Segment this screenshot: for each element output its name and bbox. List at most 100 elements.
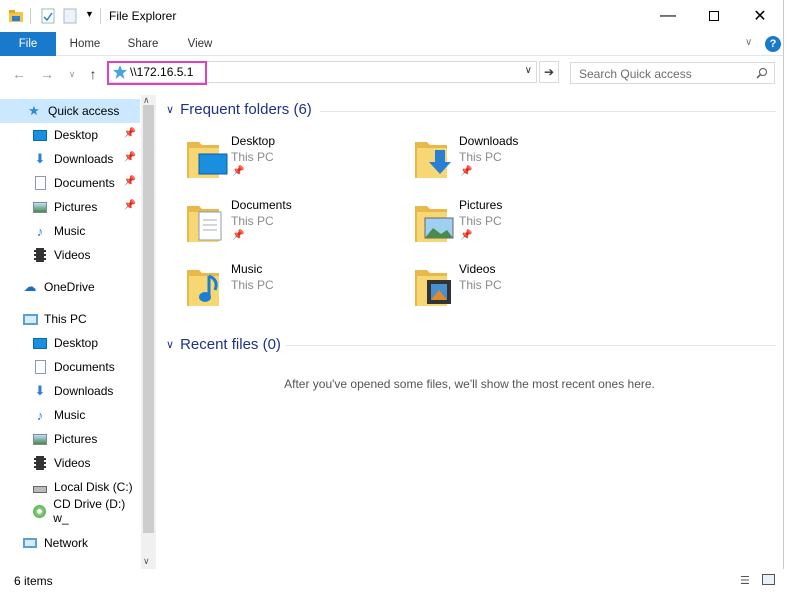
go-arrow-icon[interactable]: ➔ xyxy=(539,61,559,83)
folder-name: Videos xyxy=(459,262,496,276)
pin-icon: 📌 xyxy=(123,200,136,211)
nav-label: Downloads xyxy=(54,152,114,166)
desktop-icon xyxy=(32,127,48,143)
navigation-pane: ★ Quick access Desktop 📌 ⬇ Downloads 📌 D… xyxy=(0,91,156,569)
nav-pc-documents[interactable]: Documents xyxy=(0,355,140,379)
nav-qa-downloads[interactable]: ⬇ Downloads 📌 xyxy=(0,147,140,171)
nav-qa-documents[interactable]: Documents 📌 xyxy=(0,171,140,195)
close-button[interactable]: ✕ xyxy=(737,0,783,32)
address-dropdown-icon[interactable]: ∨ xyxy=(525,65,532,76)
pin-icon: 📌 xyxy=(123,128,136,139)
forward-icon[interactable]: → xyxy=(38,65,56,83)
nav-qa-desktop[interactable]: Desktop 📌 xyxy=(0,123,140,147)
nav-pc-music[interactable]: ♪ Music xyxy=(0,403,140,427)
folder-name: Documents xyxy=(231,198,292,212)
minimize-button[interactable]: — xyxy=(645,0,691,32)
pin-icon: 📌 xyxy=(123,176,136,187)
nav-label: Quick access xyxy=(48,104,120,118)
new-folder-icon[interactable] xyxy=(62,8,78,24)
nav-this-pc[interactable]: This PC xyxy=(0,307,140,331)
nav-pc-desktop[interactable]: Desktop xyxy=(0,331,140,355)
nav-onedrive[interactable]: ☁ OneDrive xyxy=(0,275,140,299)
nav-qa-music[interactable]: ♪ Music xyxy=(0,219,140,243)
network-icon xyxy=(22,535,38,551)
nav-pc-local-disk[interactable]: Local Disk (C:) xyxy=(0,475,140,499)
nav-network[interactable]: Network xyxy=(0,531,140,555)
properties-icon[interactable] xyxy=(40,8,56,24)
document-icon xyxy=(32,359,48,375)
up-icon[interactable]: ↑ xyxy=(84,65,102,83)
pin-icon: 📌 xyxy=(460,166,473,177)
nav-label: This PC xyxy=(44,312,87,326)
title-bar: ▼ File Explorer — ✕ xyxy=(0,0,796,32)
nav-pc-downloads[interactable]: ⬇ Downloads xyxy=(0,379,140,403)
folder-location: This PC xyxy=(231,150,274,164)
details-view-icon[interactable]: ☰ xyxy=(740,574,750,587)
hard-drive-icon xyxy=(32,479,48,495)
nav-label: Documents xyxy=(54,360,115,374)
folder-tile-desktop[interactable]: Desktop This PC 📌 xyxy=(185,134,385,194)
nav-scrollbar-thumb[interactable] xyxy=(143,105,154,533)
expand-ribbon-icon[interactable]: ∨ xyxy=(745,37,752,48)
desktop-folder-icon xyxy=(187,142,228,178)
chevron-down-icon: ∨ xyxy=(166,104,175,116)
divider xyxy=(320,111,776,112)
videos-folder-icon xyxy=(415,270,451,306)
nav-label: Pictures xyxy=(54,200,98,214)
nav-qa-videos[interactable]: Videos xyxy=(0,243,140,267)
scroll-up-icon[interactable]: ∧ xyxy=(143,95,150,106)
customize-qat-dropdown-icon[interactable]: ▼ xyxy=(85,9,94,19)
folder-name: Downloads xyxy=(459,134,519,148)
folder-tile-downloads[interactable]: Downloads This PC 📌 xyxy=(413,134,613,194)
pictures-folder-icon xyxy=(415,206,454,242)
scroll-down-icon[interactable]: ∨ xyxy=(143,556,150,567)
help-icon[interactable]: ? xyxy=(765,36,781,52)
pin-icon: 📌 xyxy=(232,166,245,177)
recent-files-header[interactable]: ∨ Recent files (0) xyxy=(166,336,281,353)
tab-view[interactable]: View xyxy=(177,32,223,56)
nav-quick-access[interactable]: ★ Quick access xyxy=(0,99,140,123)
music-note-icon: ♪ xyxy=(36,223,44,239)
picture-icon xyxy=(32,431,48,447)
download-arrow-icon: ⬇ xyxy=(34,383,46,398)
download-arrow-icon: ⬇ xyxy=(34,151,46,166)
folder-tile-pictures[interactable]: Pictures This PC 📌 xyxy=(413,198,613,258)
nav-label: Pictures xyxy=(54,432,98,446)
search-box[interactable]: Search Quick access xyxy=(570,62,775,84)
status-bar: 6 items ☰ xyxy=(0,569,796,592)
folder-tile-videos[interactable]: Videos This PC xyxy=(413,262,613,322)
frequent-folders-header[interactable]: ∨ Frequent folders (6) xyxy=(166,101,312,118)
nav-pc-videos[interactable]: Videos xyxy=(0,451,140,475)
folder-tile-documents[interactable]: Documents This PC 📌 xyxy=(185,198,385,258)
picture-icon xyxy=(32,199,48,215)
nav-pc-pictures[interactable]: Pictures xyxy=(0,427,140,451)
nav-label: Local Disk (C:) xyxy=(54,480,133,494)
nav-label: Downloads xyxy=(54,384,114,398)
pin-icon: 📌 xyxy=(123,152,136,163)
folder-name: Music xyxy=(231,262,263,276)
desktop-icon xyxy=(32,335,48,351)
nav-label: Documents xyxy=(54,176,115,190)
search-input[interactable]: Search Quick access xyxy=(579,67,692,81)
nav-pc-cd-drive[interactable]: CD Drive (D:) w_ xyxy=(0,497,140,525)
recent-locations-icon[interactable]: ∨ xyxy=(63,65,81,83)
folder-name: Pictures xyxy=(459,198,503,212)
group-title: Recent files (0) xyxy=(180,336,281,353)
document-icon xyxy=(32,175,48,191)
maximize-button[interactable] xyxy=(691,0,737,32)
item-count: 6 items xyxy=(14,574,53,588)
tab-share[interactable]: Share xyxy=(120,32,166,56)
nav-label: Videos xyxy=(54,248,91,262)
large-icons-view-icon[interactable] xyxy=(762,574,775,585)
folder-tile-music[interactable]: Music This PC xyxy=(185,262,385,322)
tab-home[interactable]: Home xyxy=(62,32,108,56)
cloud-icon: ☁ xyxy=(23,279,37,294)
folder-location: This PC xyxy=(459,150,502,164)
nav-label: Music xyxy=(54,224,86,238)
window-right-edge xyxy=(783,0,796,592)
chevron-down-icon: ∨ xyxy=(166,339,175,351)
nav-qa-pictures[interactable]: Pictures 📌 xyxy=(0,195,140,219)
tab-file[interactable]: File xyxy=(0,32,56,56)
cd-drive-icon xyxy=(32,503,47,519)
back-icon[interactable]: ← xyxy=(10,65,28,83)
